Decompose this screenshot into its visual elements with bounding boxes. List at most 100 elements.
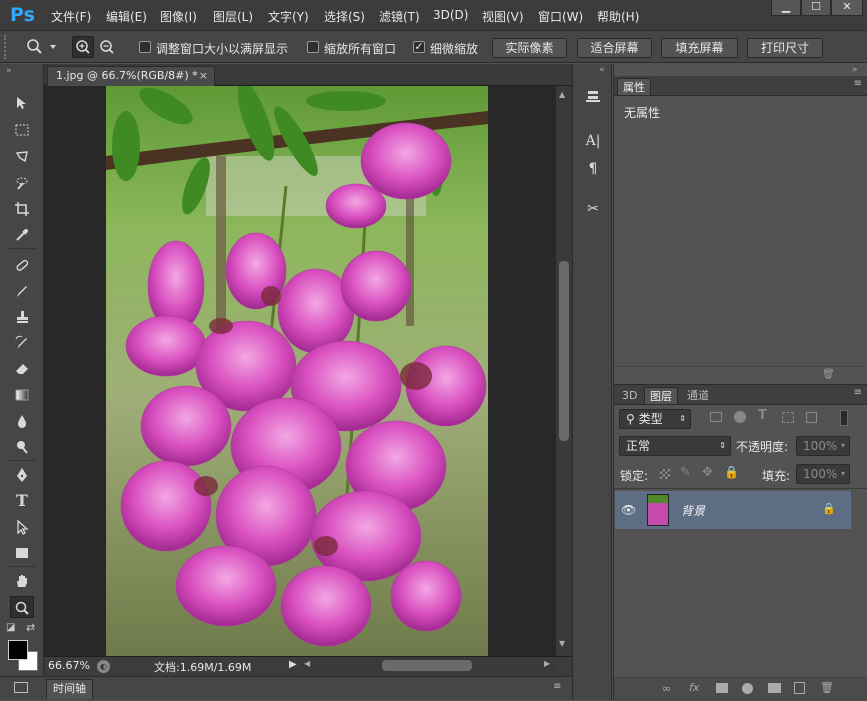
menu-filter[interactable]: 滤镜(T) [379, 8, 420, 25]
status-info-icon[interactable]: ◐ [97, 660, 110, 673]
scroll-right-arrow-icon[interactable]: ▶ [544, 659, 550, 668]
healing-brush-tool-icon[interactable] [10, 254, 34, 276]
zoom-tool-preset-icon[interactable] [24, 37, 60, 60]
zoom-out-icon[interactable] [97, 37, 117, 57]
menu-help[interactable]: 帮助(H) [597, 8, 639, 25]
zoom-in-icon[interactable] [72, 36, 94, 58]
move-tool-icon[interactable] [10, 92, 34, 114]
close-document-icon[interactable]: × [199, 67, 208, 85]
lock-transparent-icon[interactable] [660, 469, 670, 479]
marquee-tool-icon[interactable] [10, 119, 34, 141]
fill-input[interactable]: 100% ▾ [796, 464, 850, 484]
character-panel-icon[interactable]: A| [581, 130, 605, 152]
layer-filter-select[interactable]: ⚲ 类型 ⇕ [619, 409, 691, 429]
minimize-button[interactable]: ▁ [771, 0, 801, 16]
canvas-image[interactable] [106, 86, 488, 656]
path-selection-tool-icon[interactable] [10, 516, 34, 538]
layer-style-icon[interactable]: fx [689, 681, 699, 694]
actual-pixels-button[interactable]: 实际像素 [492, 38, 567, 58]
default-colors-icon[interactable]: ◪ [6, 622, 15, 633]
close-button[interactable]: ✕ [831, 0, 863, 16]
vertical-scrollbar[interactable]: ▲ ▼ [556, 86, 572, 656]
menu-layer[interactable]: 图层(L) [213, 8, 253, 25]
gradient-tool-icon[interactable] [10, 384, 34, 406]
filter-shape-icon[interactable] [782, 412, 794, 423]
paragraph-panel-icon[interactable]: ¶ [581, 158, 605, 180]
timeline-menu-icon[interactable]: ≡ [553, 681, 561, 692]
document-tab[interactable]: 1.jpg @ 66.7%(RGB/8#) * × [47, 66, 215, 86]
collapse-toolbar-icon[interactable]: » [6, 66, 12, 76]
lock-all-icon[interactable]: 🔒 [724, 465, 739, 479]
scrubby-zoom-checkbox[interactable]: ✓ [413, 41, 425, 53]
zoom-level[interactable]: 66.67% [48, 659, 90, 672]
delete-icon[interactable]: 🗑 [822, 369, 835, 380]
opacity-input[interactable]: 100% ▾ [796, 436, 850, 456]
rectangle-tool-icon[interactable] [10, 542, 34, 564]
clone-stamp-tool-icon[interactable] [10, 306, 34, 328]
scroll-up-arrow-icon[interactable]: ▲ [559, 90, 565, 99]
collapse-panels-icon[interactable]: » [852, 65, 858, 75]
tab-channels[interactable]: 通道 [682, 387, 714, 404]
adjustment-layer-icon[interactable] [742, 683, 753, 694]
tab-properties[interactable]: 属性 [617, 78, 651, 95]
new-layer-icon[interactable] [794, 682, 805, 694]
add-mask-icon[interactable] [716, 683, 728, 693]
history-brush-tool-icon[interactable] [10, 332, 34, 354]
timeline-icon[interactable] [14, 682, 28, 693]
grip-handle[interactable] [4, 35, 10, 59]
blur-tool-icon[interactable] [10, 410, 34, 432]
eye-icon[interactable]: 👁 [621, 503, 636, 517]
zoom-tool-icon[interactable] [10, 596, 34, 618]
menu-type[interactable]: 文字(Y) [268, 8, 309, 25]
vertical-scroll-thumb[interactable] [559, 261, 569, 441]
timeline-tab[interactable]: 时间轴 [46, 679, 93, 699]
tab-layers[interactable]: 图层 [644, 387, 678, 404]
new-group-icon[interactable] [768, 683, 781, 693]
pen-tool-icon[interactable] [10, 464, 34, 486]
fit-screen-button[interactable]: 适合屏幕 [577, 38, 652, 58]
menu-edit[interactable]: 编辑(E) [106, 8, 147, 25]
layer-row[interactable]: 👁 背景 🔒 [615, 491, 851, 529]
menu-select[interactable]: 选择(S) [324, 8, 365, 25]
layers-menu-icon[interactable]: ≡ [854, 387, 862, 398]
filter-pixel-icon[interactable] [710, 412, 722, 422]
tab-3d[interactable]: 3D [617, 387, 642, 404]
filter-smart-object-icon[interactable] [806, 412, 817, 423]
scroll-down-arrow-icon[interactable]: ▼ [559, 639, 565, 648]
print-size-button[interactable]: 打印尺寸 [747, 38, 823, 58]
foreground-color-swatch[interactable] [8, 640, 28, 660]
lock-position-icon[interactable]: ✥ [702, 465, 713, 480]
maximize-button[interactable]: ☐ [801, 0, 831, 16]
menu-file[interactable]: 文件(F) [51, 8, 91, 25]
quick-selection-tool-icon[interactable] [10, 172, 34, 194]
hand-tool-icon[interactable] [10, 570, 34, 592]
menu-3d[interactable]: 3D(D) [433, 8, 468, 22]
filter-adjustment-icon[interactable] [734, 411, 746, 423]
blend-mode-select[interactable]: 正常 ⇕ [619, 436, 731, 456]
properties-menu-icon[interactable]: ≡ [854, 78, 862, 89]
eyedropper-tool-icon[interactable] [10, 224, 34, 246]
swap-colors-icon[interactable]: ⇄ [26, 621, 35, 634]
menu-view[interactable]: 视图(V) [482, 8, 524, 25]
tool-presets-panel-icon[interactable]: ✂ [581, 198, 605, 220]
filter-toggle[interactable] [840, 410, 848, 426]
brush-tool-icon[interactable] [10, 280, 34, 302]
history-panel-icon[interactable] [581, 88, 605, 110]
lock-pixels-icon[interactable]: ✎ [680, 465, 691, 480]
menu-window[interactable]: 窗口(W) [538, 8, 583, 25]
status-menu-arrow-icon[interactable]: ▶ [289, 659, 297, 670]
delete-layer-icon[interactable]: 🗑 [820, 681, 834, 694]
horizontal-scrollbar[interactable]: ◀ ▶ [300, 657, 556, 674]
expand-dock-icon[interactable]: « [599, 65, 605, 75]
lasso-tool-icon[interactable] [10, 146, 34, 168]
layer-name[interactable]: 背景 [681, 502, 705, 519]
resize-windows-checkbox[interactable] [139, 41, 151, 53]
fill-screen-button[interactable]: 填充屏幕 [661, 38, 738, 58]
eraser-tool-icon[interactable] [10, 358, 34, 380]
zoom-all-checkbox[interactable] [307, 41, 319, 53]
filter-type-icon[interactable]: T [758, 408, 767, 423]
link-layers-icon[interactable]: ∞ [662, 682, 671, 695]
crop-tool-icon[interactable] [10, 198, 34, 220]
type-tool-icon[interactable]: T [10, 490, 34, 512]
scroll-left-arrow-icon[interactable]: ◀ [304, 659, 310, 668]
